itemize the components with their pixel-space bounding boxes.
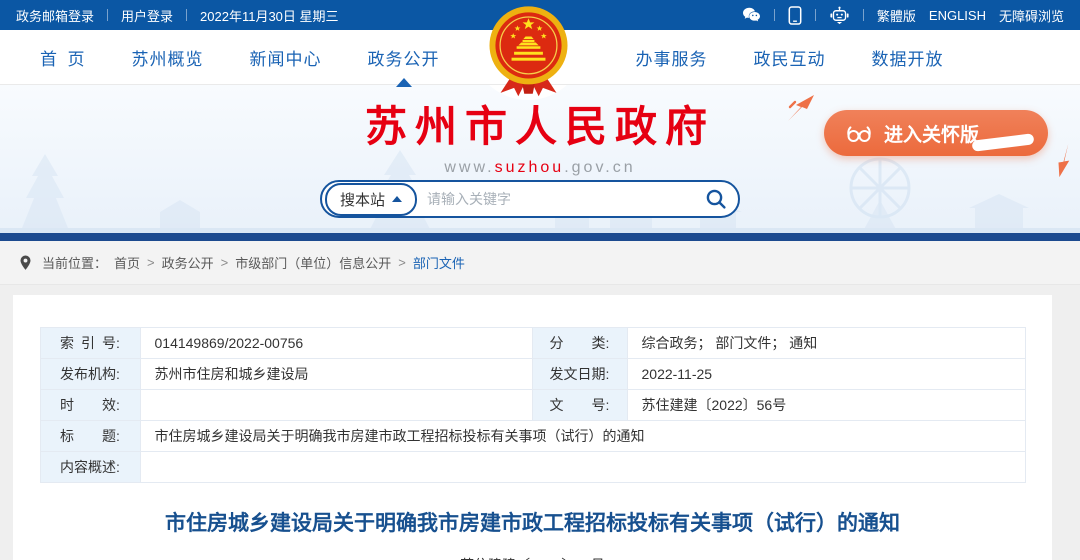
divider bbox=[186, 9, 187, 21]
table-row: 标 题: 市住房城乡建设局关于明确我市房建市政工程招标投标有关事项（试行）的通知 bbox=[40, 421, 1025, 452]
category-value: 综合政务； 部门文件； 通知 bbox=[627, 328, 1025, 359]
glasses-icon bbox=[844, 122, 874, 144]
wechat-icon[interactable] bbox=[742, 7, 761, 24]
publish-date-value: 2022-11-25 bbox=[627, 359, 1025, 390]
doc-number-label: 文 号: bbox=[532, 390, 627, 421]
breadcrumb-separator: > bbox=[147, 255, 155, 270]
care-version-label: 进入关怀版 bbox=[884, 120, 979, 147]
nav-item-home[interactable]: 首 页 bbox=[40, 45, 86, 70]
site-search-bar: 搜本站 bbox=[320, 180, 740, 218]
search-icon bbox=[704, 187, 728, 211]
article-title: 市住房城乡建设局关于明确我市房建市政工程招标投标有关事项（试行）的通知 bbox=[28, 510, 1038, 538]
user-login-link[interactable]: 用户登录 bbox=[121, 6, 173, 25]
topbar-right: 繁體版 ENGLISH 无障碍浏览 bbox=[742, 6, 1064, 25]
nav-item-gov-affairs[interactable]: 政务公开 bbox=[368, 45, 440, 70]
url-suffix: .gov.cn bbox=[564, 159, 635, 176]
document-content-card: 索 引 号: 014149869/2022-00756 分 类: 综合政务； 部… bbox=[13, 295, 1052, 560]
location-pin-icon bbox=[18, 254, 33, 272]
traditional-version-link[interactable]: 繁體版 bbox=[877, 6, 916, 25]
nav-item-interaction[interactable]: 政民互动 bbox=[754, 45, 826, 70]
breadcrumb-item-home[interactable]: 首页 bbox=[114, 253, 140, 272]
validity-label: 时 效: bbox=[40, 390, 140, 421]
breadcrumb-item-department-files[interactable]: 部门文件 bbox=[413, 253, 465, 272]
publish-date-label: 发文日期: bbox=[532, 359, 627, 390]
mobile-icon[interactable] bbox=[788, 6, 802, 25]
divider bbox=[815, 9, 816, 21]
decorative-arrow-icon bbox=[786, 93, 818, 123]
divider bbox=[774, 9, 775, 21]
index-number-value: 014149869/2022-00756 bbox=[140, 328, 532, 359]
nav-item-services[interactable]: 办事服务 bbox=[636, 45, 708, 70]
caret-up-icon bbox=[392, 196, 402, 202]
robot-icon[interactable] bbox=[829, 6, 850, 25]
site-banner: 苏州市人民政府 www.suzhou.gov.cn 搜本站 进入关怀版 bbox=[0, 85, 1080, 241]
article-doc-number: 苏住建建〔2022〕56号 bbox=[13, 555, 1052, 560]
summary-label: 内容概述: bbox=[40, 452, 140, 483]
nav-item-overview[interactable]: 苏州概览 bbox=[132, 45, 204, 70]
breadcrumb-separator: > bbox=[221, 255, 229, 270]
document-metadata-table: 索 引 号: 014149869/2022-00756 分 类: 综合政务； 部… bbox=[40, 327, 1026, 483]
breadcrumb: 当前位置： 首页 > 政务公开 > 市级部门（单位）信息公开 > 部门文件 bbox=[0, 241, 1080, 285]
breadcrumb-item-department-info[interactable]: 市级部门（单位）信息公开 bbox=[235, 253, 391, 272]
nav-item-open-data[interactable]: 数据开放 bbox=[872, 45, 944, 70]
validity-value bbox=[140, 390, 532, 421]
table-row: 发布机构: 苏州市住房和城乡建设局 发文日期: 2022-11-25 bbox=[40, 359, 1025, 390]
index-number-label: 索 引 号: bbox=[40, 328, 140, 359]
english-version-link[interactable]: ENGLISH bbox=[929, 8, 986, 23]
title-label: 标 题: bbox=[40, 421, 140, 452]
care-version-button[interactable]: 进入关怀版 bbox=[824, 110, 1048, 156]
breadcrumb-label: 当前位置： bbox=[42, 253, 107, 272]
topbar-left: 政务邮箱登录 用户登录 2022年11月30日 星期三 bbox=[16, 6, 339, 25]
accessibility-link[interactable]: 无障碍浏览 bbox=[999, 6, 1064, 25]
issuing-agency-value: 苏州市住房和城乡建设局 bbox=[140, 359, 532, 390]
search-scope-dropdown[interactable]: 搜本站 bbox=[325, 183, 417, 216]
search-submit-button[interactable] bbox=[704, 187, 728, 211]
doc-number-value: 苏住建建〔2022〕56号 bbox=[627, 390, 1025, 421]
table-row: 时 效: 文 号: 苏住建建〔2022〕56号 bbox=[40, 390, 1025, 421]
divider bbox=[107, 9, 108, 21]
breadcrumb-item-gov-affairs[interactable]: 政务公开 bbox=[162, 253, 214, 272]
table-row: 内容概述: bbox=[40, 452, 1025, 483]
breadcrumb-separator: > bbox=[398, 255, 406, 270]
issuing-agency-label: 发布机构: bbox=[40, 359, 140, 390]
search-input[interactable] bbox=[417, 191, 704, 207]
table-row: 索 引 号: 014149869/2022-00756 分 类: 综合政务； 部… bbox=[40, 328, 1025, 359]
url-highlight: suzhou bbox=[495, 159, 565, 176]
search-scope-label: 搜本站 bbox=[340, 189, 385, 210]
divider bbox=[863, 9, 864, 21]
category-label: 分 类: bbox=[532, 328, 627, 359]
title-value: 市住房城乡建设局关于明确我市房建市政工程招标投标有关事项（试行）的通知 bbox=[140, 421, 1025, 452]
summary-value bbox=[140, 452, 1025, 483]
nav-item-news[interactable]: 新闻中心 bbox=[250, 45, 322, 70]
url-prefix: www. bbox=[444, 159, 494, 176]
mail-login-link[interactable]: 政务邮箱登录 bbox=[16, 6, 94, 25]
current-date: 2022年11月30日 星期三 bbox=[200, 6, 339, 25]
site-url: www.suzhou.gov.cn bbox=[0, 159, 1080, 177]
national-emblem-icon bbox=[486, 3, 571, 98]
care-button-swoosh bbox=[972, 133, 1035, 151]
